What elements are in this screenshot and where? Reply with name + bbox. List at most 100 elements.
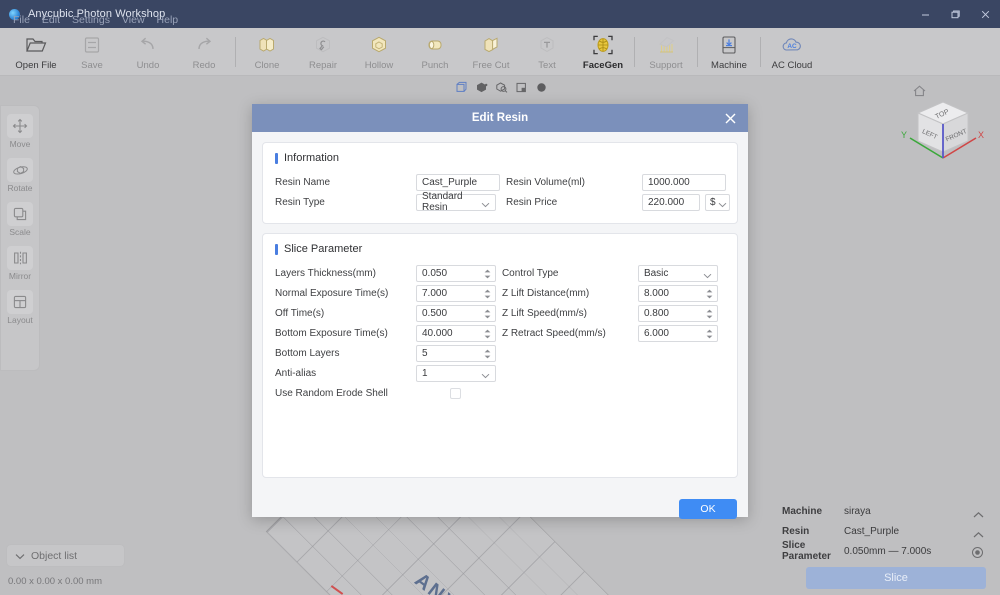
toolbar-button-redo[interactable]: Redo (176, 29, 232, 75)
ok-button[interactable]: OK (679, 499, 737, 519)
toolbar-label: Support (649, 59, 683, 71)
row-key: Machine (782, 505, 823, 517)
bottom-exposure-time-spinner[interactable]: 40.000 (416, 324, 496, 342)
menu-item-help[interactable]: Help (151, 13, 185, 28)
anti-alias-select[interactable]: 1 (416, 364, 496, 382)
tool-layout[interactable]: Layout (3, 290, 37, 325)
spinner-arrows[interactable] (706, 327, 713, 342)
toolbar-label: Hollow (364, 59, 394, 71)
resin-volume-input[interactable]: 1000.000 (642, 173, 726, 191)
toolbar-button-undo[interactable]: Undo (120, 29, 176, 75)
toolbar-button-save[interactable]: Save (64, 29, 120, 75)
tool-label: Scale (9, 227, 31, 237)
toolbar-label: AC Cloud (771, 59, 813, 71)
rotate-icon (7, 158, 33, 182)
spinner-arrows[interactable] (484, 347, 491, 362)
row-key: Resin (782, 525, 810, 537)
close-icon[interactable] (720, 108, 740, 128)
navigation-cube[interactable]: TOP LEFT FRONT X Y (886, 80, 996, 180)
toolbar-button-hollow[interactable]: Hollow (351, 29, 407, 75)
control-type-select[interactable]: Basic (637, 264, 718, 282)
shaded-cube-icon[interactable] (474, 80, 489, 95)
toolbar-button-punch[interactable]: Punch (407, 29, 463, 75)
menu-item-view[interactable]: View (116, 13, 151, 28)
tool-rotate[interactable]: Rotate (3, 158, 37, 193)
redo-arrow-icon (193, 33, 215, 58)
toolbar-button-machine[interactable]: Machine (701, 29, 757, 75)
resin-name-input[interactable]: Cast_Purple (416, 173, 500, 191)
toolbar-button-facegen[interactable]: FaceGen (575, 29, 631, 75)
repair-wrench-icon (312, 33, 334, 58)
bottom-layers-spinner[interactable]: 5 (416, 344, 496, 362)
toolbar-button-clone[interactable]: Clone (239, 29, 295, 75)
toolbar-button-free-cut[interactable]: Free Cut (463, 29, 519, 75)
panel-row-resin[interactable]: Resin Cast_Purple (768, 521, 1000, 541)
edit-resin-dialog: Edit Resin Information Resin Name Cast_P… (252, 104, 748, 519)
toolbar-label: Undo (136, 59, 160, 71)
spinner-arrows[interactable] (484, 307, 491, 322)
spinner-value: 40.000 (422, 327, 453, 339)
section-title: Information (284, 152, 340, 164)
off-time-spinner[interactable]: 0.500 (416, 304, 496, 322)
information-card: Information Resin Name Cast_Purple Resin… (262, 142, 738, 224)
panel-row-machine[interactable]: Machine siraya (768, 501, 1000, 521)
open-folder-icon (25, 33, 47, 58)
wireframe-cube-icon[interactable] (454, 80, 469, 95)
slice-button[interactable]: Slice (806, 567, 986, 589)
chevron-down-icon (481, 200, 490, 211)
toolbar-button-support[interactable]: Support (638, 29, 694, 75)
resin-type-select[interactable]: Standard Resin (416, 191, 496, 213)
spinner-value: 7.000 (422, 287, 448, 299)
z-lift-speed-spinner[interactable]: 0.800 (637, 304, 718, 322)
spinner-value: 5 (422, 347, 428, 359)
toolbar-button-ac-cloud[interactable]: AC AC Cloud (764, 29, 820, 75)
sphere-icon[interactable] (534, 80, 549, 95)
z-lift-distance-spinner[interactable]: 8.000 (637, 284, 718, 302)
field-control-resin-name: Cast_Purple (416, 172, 506, 192)
field-control-resin-type: Standard Resin (416, 191, 506, 213)
currency-select[interactable]: $ (705, 193, 730, 211)
section-marker (275, 243, 278, 255)
machine-icon (718, 33, 740, 58)
status-bar-dimensions: 0.00 x 0.00 x 0.00 mm (8, 576, 102, 587)
object-list-panel[interactable]: Object list (6, 544, 125, 567)
layers-thickness-spinner[interactable]: 0.050 (416, 264, 496, 282)
use-random-erode-shell-checkbox[interactable] (450, 387, 461, 399)
menu-item-file[interactable]: File (7, 13, 36, 28)
toolbar-separator (235, 36, 236, 67)
spinner-value: 0.050 (422, 267, 448, 279)
field-pair-resin-volume: Resin Volume(ml) 1000.000 (506, 172, 730, 192)
toolbar-label: Machine (711, 59, 747, 71)
spinner-arrows[interactable] (706, 307, 713, 322)
toolbar-separator (697, 36, 698, 67)
clone-icon (256, 33, 278, 58)
toolbar-button-repair[interactable]: Repair (295, 29, 351, 75)
row-value: 0.050mm — 7.000s (844, 545, 932, 557)
home-icon[interactable] (912, 84, 927, 103)
panel-row-slice-parameter[interactable]: Slice Parameter 0.050mm — 7.000s (768, 540, 1000, 564)
tool-move[interactable]: Move (3, 114, 37, 149)
nav-cube-gizmo: TOP LEFT FRONT X Y (901, 101, 984, 159)
chevron-down-icon (718, 200, 727, 211)
section-cube-icon[interactable] (514, 80, 529, 95)
menu-item-edit[interactable]: Edit (36, 13, 66, 28)
toolbar-label: Free Cut (472, 59, 510, 71)
spinner-arrows[interactable] (706, 287, 713, 302)
resin-price-input[interactable]: 220.000 (642, 193, 700, 211)
xray-cube-icon[interactable] (494, 80, 509, 95)
z-retract-speed-spinner[interactable]: 6.000 (637, 324, 718, 342)
spinner-arrows[interactable] (484, 287, 491, 302)
spinner-value: 0.800 (643, 307, 669, 319)
menu-item-settings[interactable]: Settings (66, 13, 116, 28)
toolbar-button-text[interactable]: Text (519, 29, 575, 75)
section-title: Slice Parameter (284, 243, 363, 255)
spinner-arrows[interactable] (484, 267, 491, 282)
toolbar-button-open-file[interactable]: Open File (8, 29, 64, 75)
spinner-arrows[interactable] (484, 327, 491, 342)
toolbar-label: Punch (421, 59, 449, 71)
settings-target-icon[interactable] (971, 546, 984, 564)
normal-exposure-time-spinner[interactable]: 7.000 (416, 284, 496, 302)
free-cut-icon (480, 33, 502, 58)
tool-mirror[interactable]: Mirror (3, 246, 37, 281)
tool-scale[interactable]: Scale (3, 202, 37, 237)
